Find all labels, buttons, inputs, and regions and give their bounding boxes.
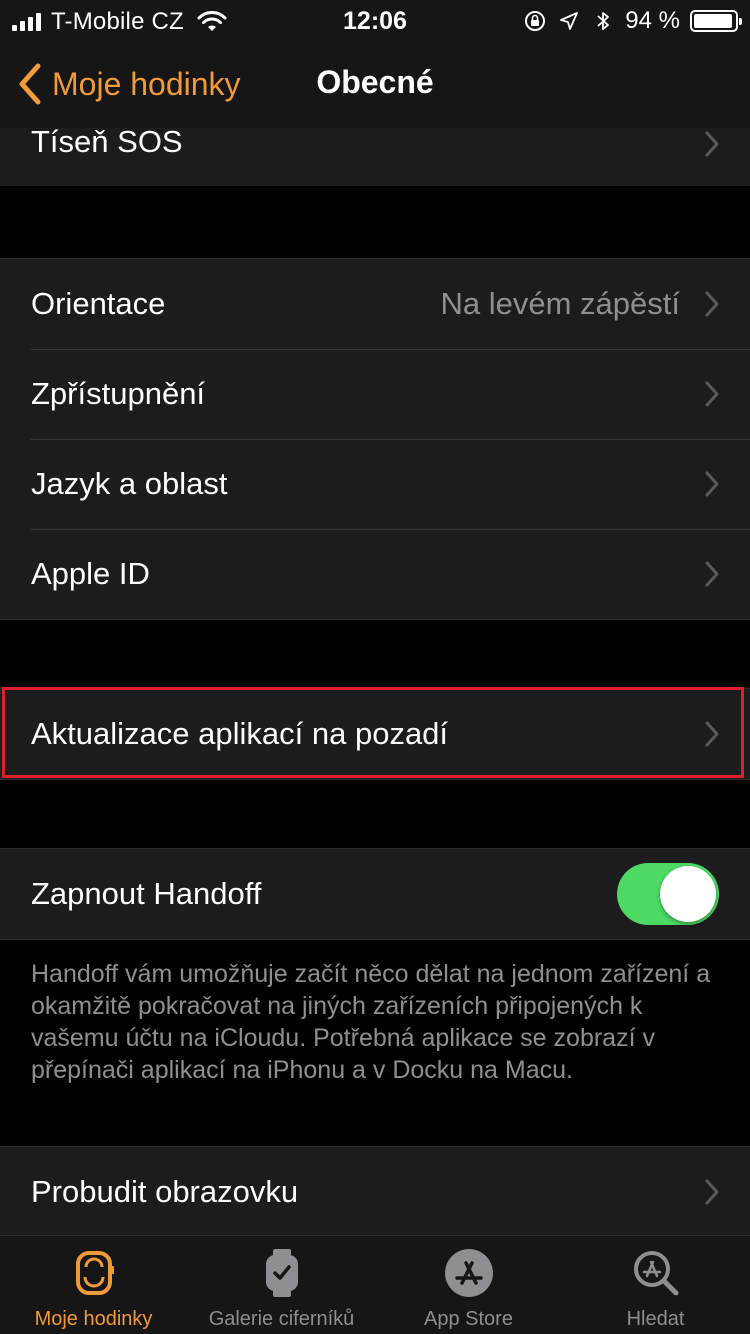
row-handoff: Zapnout Handoff	[0, 849, 750, 939]
section-spacer	[0, 186, 750, 258]
group-sos: Tíseň SOS	[0, 124, 750, 186]
tab-bar: Moje hodinky Galerie ciferníků App Store	[0, 1235, 750, 1334]
rotation-lock-icon	[525, 11, 546, 31]
row-label: Tíseň SOS	[31, 124, 183, 159]
screen: T-Mobile CZ 12:06 94 % Moje hodinky Obec…	[0, 0, 750, 1334]
watch-face-gallery-icon	[265, 1249, 298, 1297]
group-background-refresh: Aktualizace aplikací na pozadí	[0, 687, 750, 780]
chevron-right-icon	[705, 561, 719, 587]
row-accessibility[interactable]: Zpřístupnění	[0, 349, 750, 439]
handoff-footer-text: Handoff vám umožňuje začít něco dělat na…	[0, 940, 750, 1146]
battery-percent: 94 %	[625, 7, 680, 34]
section-spacer	[0, 620, 750, 688]
tab-app-store[interactable]: App Store	[375, 1236, 562, 1334]
tab-face-gallery[interactable]: Galerie ciferníků	[188, 1236, 375, 1334]
row-label: Jazyk a oblast	[31, 466, 228, 501]
row-wake-screen[interactable]: Probudit obrazovku	[0, 1147, 750, 1237]
search-icon	[633, 1251, 678, 1296]
handoff-toggle[interactable]	[617, 863, 719, 925]
row-label: Apple ID	[31, 556, 150, 591]
section-spacer	[0, 780, 750, 848]
status-bar: T-Mobile CZ 12:06 94 %	[0, 0, 750, 42]
settings-list: Tíseň SOS Orientace Na levém zápěstí Zpř…	[0, 124, 750, 1238]
app-store-icon	[444, 1249, 493, 1297]
row-label: Orientace	[31, 286, 166, 321]
status-right: 94 %	[523, 7, 742, 35]
row-language-region[interactable]: Jazyk a oblast	[0, 439, 750, 529]
chevron-right-icon	[705, 1179, 719, 1205]
group-wake-screen: Probudit obrazovku	[0, 1146, 750, 1238]
bluetooth-icon	[597, 12, 610, 30]
chevron-right-icon	[705, 131, 719, 157]
toggle-knob	[660, 866, 716, 922]
group-general: Orientace Na levém zápěstí Zpřístupnění …	[0, 258, 750, 620]
chevron-right-icon	[705, 471, 719, 497]
tab-my-watch[interactable]: Moje hodinky	[0, 1236, 187, 1334]
tab-label: Hledat	[626, 1308, 685, 1330]
tab-label: Galerie ciferníků	[208, 1308, 355, 1330]
navigation-bar: Moje hodinky Obecné	[0, 42, 750, 128]
battery-icon	[690, 10, 742, 32]
highlight-box	[2, 687, 744, 778]
location-icon	[560, 12, 579, 30]
tab-label: Moje hodinky	[34, 1308, 153, 1330]
row-sos[interactable]: Tíseň SOS	[0, 124, 750, 186]
row-label: Zpřístupnění	[31, 376, 206, 411]
tab-search[interactable]: Hledat	[562, 1236, 749, 1334]
row-label: Probudit obrazovku	[31, 1174, 299, 1209]
chevron-right-icon	[705, 291, 719, 317]
row-orientation[interactable]: Orientace Na levém zápěstí	[0, 259, 750, 349]
row-value: Na levém zápěstí	[440, 286, 681, 321]
page-title: Obecné	[316, 64, 434, 100]
row-apple-id[interactable]: Apple ID	[0, 529, 750, 619]
watch-icon	[75, 1251, 114, 1295]
tab-label: App Store	[424, 1308, 513, 1330]
row-label: Zapnout Handoff	[31, 876, 262, 911]
chevron-right-icon	[705, 381, 719, 407]
group-handoff: Zapnout Handoff	[0, 848, 750, 940]
